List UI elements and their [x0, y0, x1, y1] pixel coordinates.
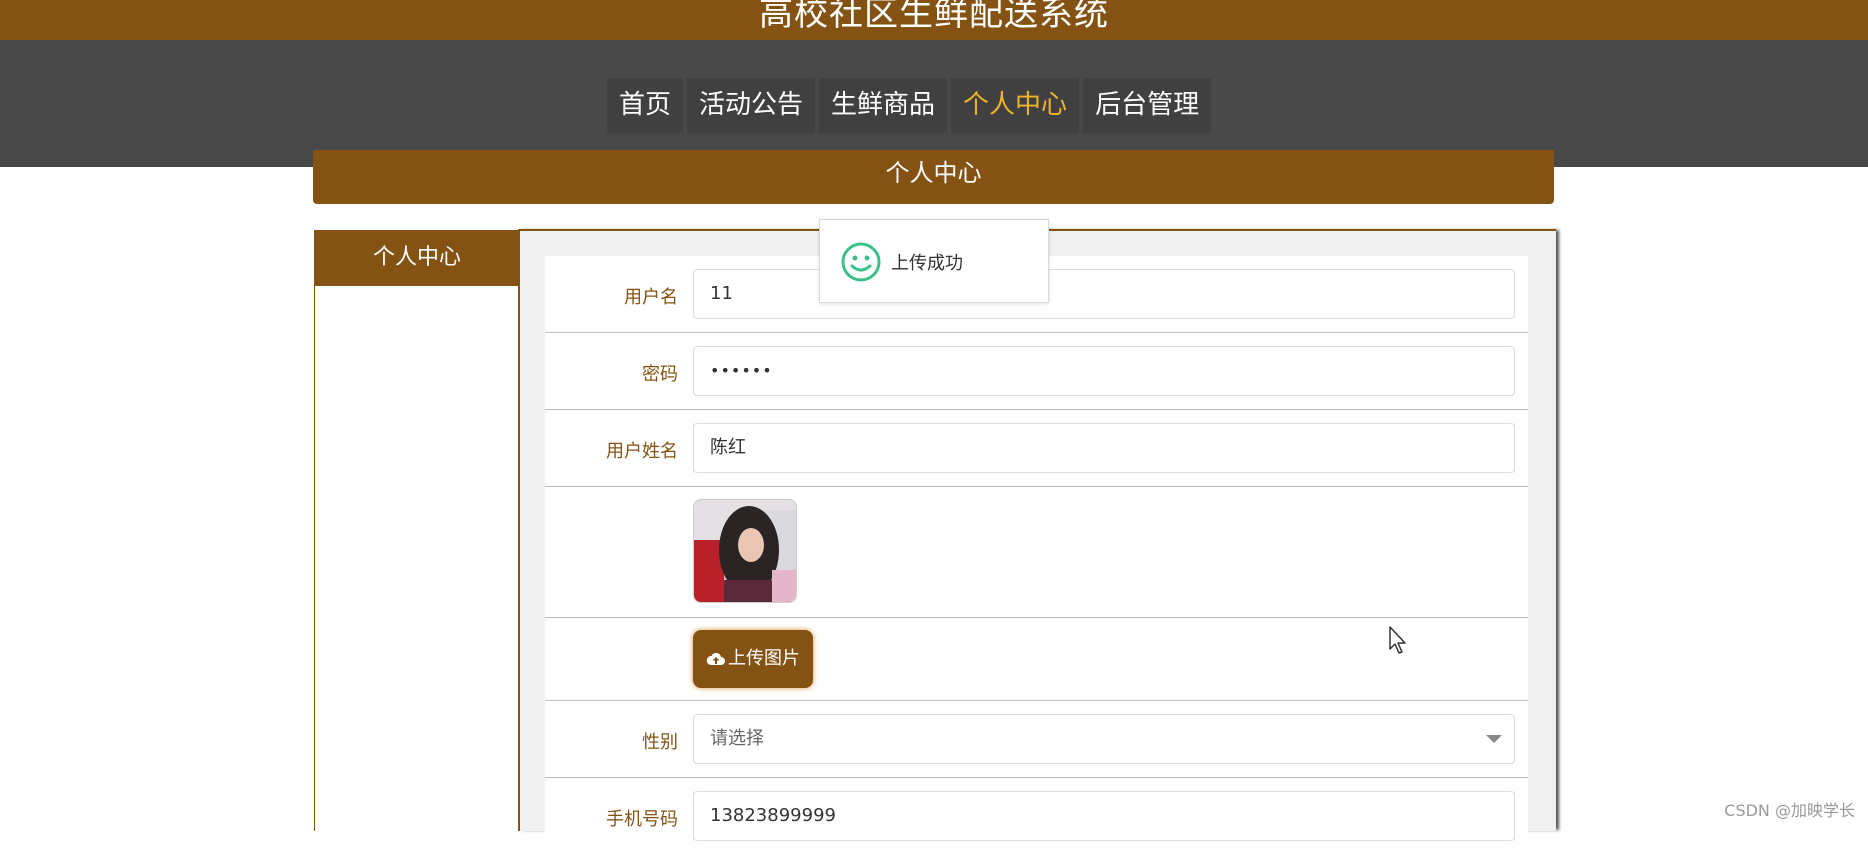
smile-icon	[840, 241, 882, 283]
site-header: 高校社区生鲜配送系统	[0, 0, 1868, 40]
password-label: 密码	[545, 360, 678, 386]
gender-select[interactable]: 请选择	[693, 714, 1515, 764]
section-banner: 个人中心	[313, 150, 1554, 204]
profile-form: 用户名 11 密码 •••••• 用户姓名 陈红	[545, 256, 1528, 836]
fullname-field[interactable]: 陈红	[693, 423, 1515, 473]
nav-item-fresh-products[interactable]: 生鲜商品	[819, 78, 947, 133]
username-label: 用户名	[545, 283, 678, 309]
mouse-cursor-icon	[1388, 625, 1412, 657]
upload-image-label: 上传图片	[728, 648, 800, 669]
content-panel: 用户名 11 密码 •••••• 用户姓名 陈红	[518, 229, 1556, 831]
site-title: 高校社区生鲜配送系统	[759, 0, 1109, 30]
form-row-phone: 手机号码 13823899999	[545, 778, 1528, 855]
form-row-gender: 性别 请选择	[545, 701, 1528, 778]
toast-message: 上传成功	[891, 249, 963, 275]
sidebar-item-personal-center[interactable]: 个人中心	[315, 230, 519, 286]
sidebar: 个人中心	[314, 230, 519, 831]
upload-success-toast: 上传成功	[819, 219, 1049, 303]
nav-item-admin[interactable]: 后台管理	[1083, 78, 1211, 133]
phone-label: 手机号码	[545, 805, 678, 831]
nav-list: 首页 活动公告 生鲜商品 个人中心 后台管理	[607, 78, 1211, 133]
section-title: 个人中心	[886, 159, 982, 187]
upload-image-button[interactable]: 上传图片	[693, 630, 813, 688]
cloud-upload-icon	[706, 651, 726, 667]
watermark: CSDN @加映学长	[1724, 797, 1855, 821]
avatar-image	[693, 499, 797, 603]
phone-field[interactable]: 13823899999	[693, 791, 1515, 841]
fullname-label: 用户姓名	[545, 437, 678, 463]
gender-placeholder: 请选择	[710, 728, 764, 749]
form-row-password: 密码 ••••••	[545, 333, 1528, 410]
form-row-upload: 上传图片	[545, 618, 1528, 701]
nav-item-personal-center[interactable]: 个人中心	[951, 78, 1079, 133]
password-field[interactable]: ••••••	[693, 346, 1515, 396]
username-field[interactable]: 11	[693, 269, 1515, 319]
nav-item-home[interactable]: 首页	[607, 78, 683, 133]
form-row-avatar	[545, 487, 1528, 618]
nav-item-announcements[interactable]: 活动公告	[687, 78, 815, 133]
form-row-fullname: 用户姓名 陈红	[545, 410, 1528, 487]
main-nav: 首页 活动公告 生鲜商品 个人中心 后台管理	[0, 40, 1868, 167]
chevron-down-icon	[1486, 735, 1502, 743]
gender-label: 性别	[545, 728, 678, 754]
